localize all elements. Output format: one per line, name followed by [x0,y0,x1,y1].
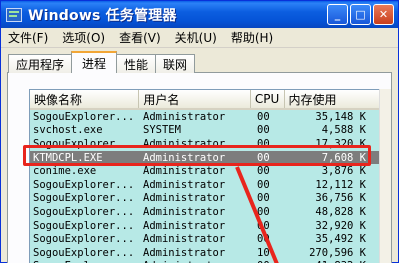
table-row[interactable]: SogouExplorer... Administrator 00 17,320 K [30,137,380,151]
column-user-name[interactable]: 用户名 [139,90,251,108]
process-name: SogouExplorer... [33,205,135,218]
menu-view[interactable]: 查看(V) [112,29,168,46]
process-cpu: 00 [257,165,270,178]
maximize-button[interactable]: □ [350,4,371,25]
process-memory: 35,492 K [315,233,366,246]
process-cpu: 00 [257,137,270,150]
process-user: Administrator [143,137,226,150]
process-name: SogouExplorer... [33,219,135,232]
process-list-header: 映像名称 用户名 CPU 内存使用 [30,90,380,110]
process-memory: 12,112 K [315,178,366,191]
table-row[interactable]: SogouExplorer... Administrator 00 35,148 K [30,110,380,124]
tab-applications[interactable]: 应用程序 [8,54,73,73]
process-memory: 35,148 K [315,110,366,123]
process-list[interactable]: 映像名称 用户名 CPU 内存使用 SogouExplorer... Admini… [29,89,381,263]
process-user: Administrator [143,192,226,205]
column-cpu[interactable]: CPU [251,90,285,108]
process-user: Administrator [143,165,226,178]
scrollbar[interactable] [379,89,391,263]
table-row[interactable]: svchost.exe SYSTEM 00 4,588 K [30,124,380,138]
column-image-name[interactable]: 映像名称 [30,90,140,108]
tab-strip: 应用程序 进程 性能 联网 [8,51,196,73]
table-row[interactable]: conime.exe Administrator 00 3,876 K [30,164,380,178]
process-memory: 4,588 K [321,124,366,137]
table-row-selected[interactable]: KTMDCPL.EXE Administrator 00 7,608 K [30,150,380,165]
process-name: conime.exe [33,165,97,178]
process-cpu: 00 [257,151,270,164]
process-name: SogouExplorer... [33,233,135,246]
menu-options[interactable]: 选项(O) [55,29,112,46]
close-button[interactable]: ✕ [373,4,394,25]
process-memory: 17,320 K [315,137,366,150]
table-row[interactable]: SogouExplorer... Administrator 00 32,920 K [30,219,380,233]
process-user: Administrator [143,205,226,218]
process-memory: 3,876 K [321,165,366,178]
process-memory: 7,608 K [321,151,366,164]
tab-networking[interactable]: 联网 [155,54,196,73]
process-memory: 32,920 K [315,219,366,232]
process-cpu: 00 [257,205,270,218]
window-controls: _ □ ✕ [327,4,394,25]
process-rows: SogouExplorer... Administrator 00 35,148 Ks… [30,110,380,263]
table-row[interactable]: SogouExplorer... Administrator 00 36,756 K [30,192,380,206]
process-user: Administrator [143,178,226,191]
tab-performance[interactable]: 性能 [116,54,157,73]
process-name: SogouExplorer... [33,192,135,205]
menu-bar: 文件(F) 选项(O) 查看(V) 关机(U) 帮助(H) [1,28,398,48]
task-manager-icon [6,7,22,22]
table-row[interactable]: SogouExplorer... Administrator 00 12,112 K [30,178,380,192]
process-memory: 36,756 K [315,192,366,205]
menu-shutdown[interactable]: 关机(U) [168,29,224,46]
process-cpu: 00 [257,192,270,205]
process-name: SogouExplorer... [33,110,135,123]
menu-help[interactable]: 帮助(H) [224,29,280,46]
process-name: SogouExplorer... [33,137,135,150]
process-user: SYSTEM [143,124,181,137]
process-user: Administrator [143,246,226,259]
process-cpu: 10 [257,246,270,259]
title-bar[interactable]: Windows 任务管理器 _ □ ✕ [1,1,398,28]
minimize-button[interactable]: _ [327,4,348,25]
process-cpu: 00 [257,124,270,137]
process-memory: 270,596 K [309,246,366,259]
menu-file[interactable]: 文件(F) [1,29,55,46]
process-cpu: 00 [257,178,270,191]
window-title: Windows 任务管理器 [28,7,177,24]
process-cpu: 00 [257,233,270,246]
process-name: SogouExplorer... [33,246,135,259]
process-user: Administrator [143,110,226,123]
table-row[interactable]: SogouExplorer... Administrator 00 48,828 K [30,205,380,219]
table-row[interactable]: SogouExplorer... Administrator 00 35,492 K [30,232,380,246]
process-user: Administrator [143,233,226,246]
task-manager-window: Windows 任务管理器 _ □ ✕ 文件(F) 选项(O) 查看(V) 关机… [0,0,399,263]
process-cpu: 00 [257,110,270,123]
column-memory[interactable]: 内存使用 [285,90,380,108]
process-cpu: 00 [257,219,270,232]
process-user: Administrator [143,219,226,232]
process-name: svchost.exe [33,124,103,137]
table-row[interactable]: SogouExplorer... Administrator 10 270,596 K [30,246,380,260]
process-name: SogouExplorer... [33,178,135,191]
process-memory: 48,828 K [315,205,366,218]
process-name: KTMDCPL.EXE [33,151,103,164]
table-row[interactable]: SogouExplorer...Administrator0041,832 K [30,260,380,263]
tab-processes[interactable]: 进程 [71,51,118,73]
process-user: Administrator [143,151,226,164]
